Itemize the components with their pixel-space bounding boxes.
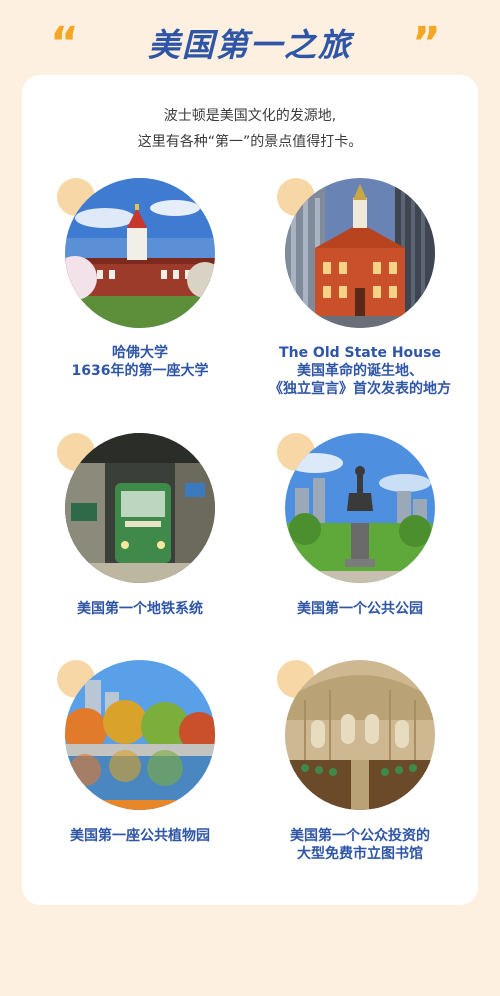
intro-text: 波士顿是美国文化的发源地, 这里有各种“第一”的景点值得打卡。 — [22, 103, 478, 155]
spot-botanical-garden-label: 美国第一座公共植物园 — [70, 828, 210, 844]
header: “ 美国第一之旅 ” — [0, 18, 500, 68]
library-photo — [285, 660, 435, 810]
content-card: 波士顿是美国文化的发源地, 这里有各种“第一”的景点值得打卡。 哈佛大学 163… — [22, 75, 478, 905]
subway-photo — [65, 433, 215, 583]
public-park-photo — [285, 433, 435, 583]
old-state-house-photo — [285, 178, 435, 328]
botanical-garden-photo — [65, 660, 215, 810]
spot-subway-label: 美国第一个地铁系统 — [77, 601, 203, 617]
spot-library-label: 美国第一个公众投资的 大型免费市立图书馆 — [290, 828, 430, 862]
spot-harvard-label: 哈佛大学 1636年的第一座大学 — [71, 345, 209, 379]
intro-line-1: 波士顿是美国文化的发源地, — [163, 108, 337, 124]
right-quote-mark: ” — [412, 18, 441, 69]
intro-line-2: 这里有各种“第一”的景点值得打卡。 — [137, 134, 363, 150]
spot-public-park-label: 美国第一个公共公园 — [297, 601, 423, 617]
harvard-photo — [65, 178, 215, 328]
spot-old-state-house-label: The Old State House 美国革命的诞生地、 《独立宣言》首次发表… — [269, 345, 451, 397]
